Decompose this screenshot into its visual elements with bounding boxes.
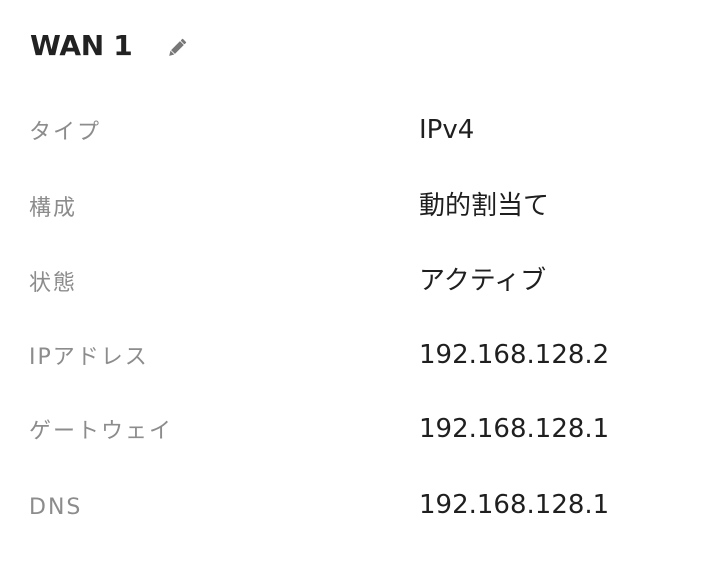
page-title: WAN 1: [30, 29, 133, 62]
config-label: 構成: [29, 196, 78, 221]
status-value: アクティブ: [419, 266, 547, 296]
detail-row-gateway: ゲートウェイ 192.168.128.1: [0, 412, 708, 452]
gateway-value: 192.168.128.1: [419, 414, 610, 444]
config-value: 動的割当て: [419, 191, 550, 221]
gateway-label: ゲートウェイ: [29, 419, 174, 444]
dns-label: DNS: [29, 495, 83, 520]
ip-address-value: 192.168.128.2: [419, 340, 610, 370]
detail-row-type: タイプ IPv4: [0, 113, 708, 153]
detail-row-dns: DNS 192.168.128.1: [0, 488, 708, 528]
ip-address-label: IPアドレス: [29, 345, 149, 370]
edit-button[interactable]: [162, 33, 192, 63]
detail-row-status: 状態 アクティブ: [0, 264, 708, 304]
dns-value: 192.168.128.1: [419, 490, 610, 520]
type-value: IPv4: [419, 115, 475, 145]
status-label: 状態: [29, 271, 78, 296]
type-label: タイプ: [29, 120, 102, 145]
detail-row-config: 構成 動的割当て: [0, 189, 708, 229]
pencil-icon: [169, 38, 187, 56]
detail-row-ip-address: IPアドレス 192.168.128.2: [0, 338, 708, 378]
wan-header: WAN 1: [30, 28, 192, 64]
